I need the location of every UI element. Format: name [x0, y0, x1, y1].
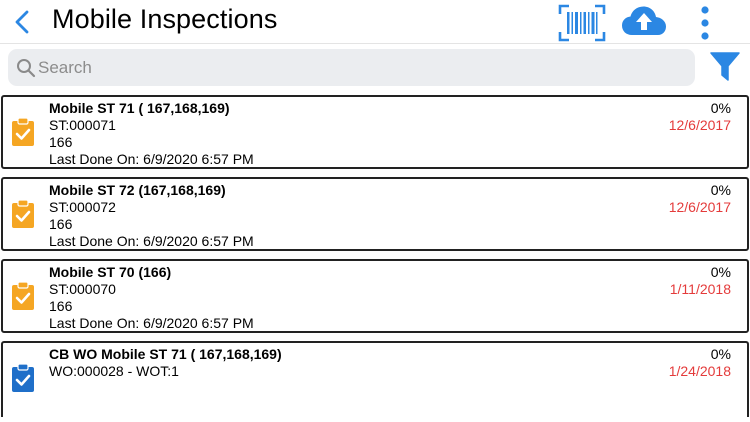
item-due-date: 1/24/2018 [668, 363, 731, 379]
item-detail: 166 [49, 298, 73, 314]
item-name: CB WO Mobile ST 71 ( 167,168,169) [49, 346, 282, 362]
item-last-done: Last Done On: 6/9/2020 6:57 PM [49, 151, 254, 167]
item-due-date: 12/6/2017 [668, 199, 731, 215]
list-item[interactable]: Mobile ST 70 (166) ST:000070 166 Last Do… [1, 259, 749, 333]
item-detail: 166 [49, 134, 73, 150]
list-item[interactable]: CB WO Mobile ST 71 ( 167,168,169) WO:000… [1, 341, 749, 417]
clipboard-check-icon [12, 281, 34, 310]
more-vertical-icon[interactable] [694, 3, 716, 43]
item-name: Mobile ST 72 (167,168,169) [49, 182, 226, 198]
item-code: WO:000028 - WOT:1 [49, 363, 179, 379]
search-input[interactable] [38, 53, 678, 82]
app-header: Mobile Inspections [0, 0, 750, 44]
item-last-done: Last Done On: 6/9/2020 6:57 PM [49, 233, 254, 249]
item-percent: 0% [710, 182, 731, 198]
clipboard-check-icon [12, 117, 34, 146]
filter-icon[interactable] [708, 50, 742, 84]
item-code: ST:000070 [49, 281, 116, 297]
list-item[interactable]: Mobile ST 72 (167,168,169) ST:000072 166… [1, 177, 749, 251]
item-percent: 0% [710, 100, 731, 116]
item-percent: 0% [710, 264, 731, 280]
item-code: ST:000072 [49, 199, 116, 215]
item-name: Mobile ST 71 ( 167,168,169) [49, 100, 230, 116]
search-icon [17, 59, 36, 78]
item-code: ST:000071 [49, 117, 116, 133]
clipboard-check-icon [12, 363, 34, 392]
item-due-date: 1/11/2018 [669, 281, 731, 297]
list-item[interactable]: Mobile ST 71 ( 167,168,169) ST:000071 16… [1, 95, 749, 169]
item-due-date: 12/6/2017 [668, 117, 731, 133]
item-percent: 0% [710, 346, 731, 362]
cloud-upload-icon[interactable] [620, 4, 668, 40]
item-detail: 166 [49, 216, 73, 232]
barcode-scan-icon[interactable] [558, 3, 606, 43]
item-last-done: Last Done On: 6/9/2020 6:57 PM [49, 315, 254, 331]
back-chevron-icon[interactable] [10, 4, 34, 40]
item-name: Mobile ST 70 (166) [49, 264, 172, 280]
page-title: Mobile Inspections [52, 4, 278, 34]
search-bar[interactable] [8, 49, 695, 86]
clipboard-check-icon [12, 199, 34, 228]
